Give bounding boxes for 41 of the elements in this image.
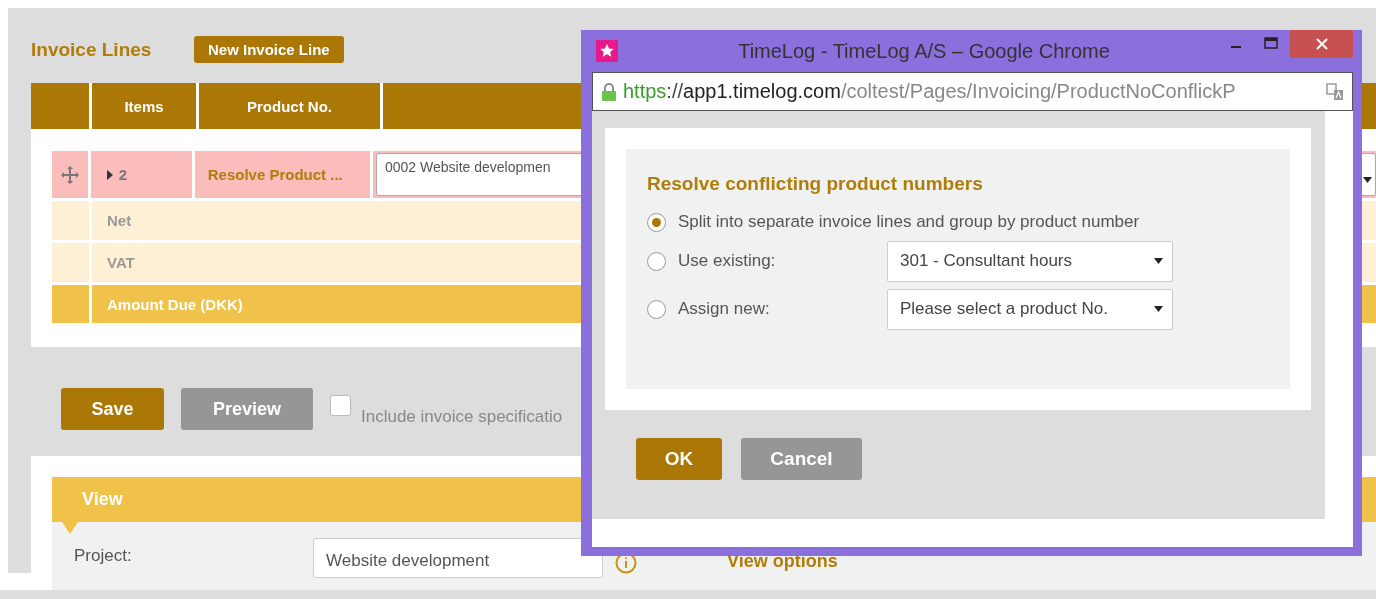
table-cell [52,201,89,240]
expand-icon[interactable] [106,169,113,180]
table-cell [52,285,89,323]
app-icon [596,40,618,62]
move-icon[interactable] [59,164,80,185]
caret-icon [1363,177,1372,183]
table-cell [52,243,89,282]
column-header[interactable]: Product No. [199,83,380,129]
product-select[interactable]: 301 - Consultant hours [887,240,1173,282]
caret-icon [1154,306,1163,312]
preview-button[interactable]: Preview [181,388,313,430]
item-count: 2 [118,166,128,183]
project-select[interactable]: Website development [313,538,603,578]
caret-icon [1154,258,1163,264]
column-header [31,83,89,129]
close-icon [1315,38,1328,50]
window-title: TimeLog - TimeLog A/S – Google Chrome [737,39,1111,63]
product-no-link[interactable]: Resolve Product ... [194,151,370,198]
radio-button[interactable] [647,251,666,271]
url-text: https://app1.timelog.com/coltest/Pages/Invoicing/ProductNoConflickP [623,80,1237,103]
radio-button[interactable] [647,299,666,319]
option-label: Assign new: [678,299,771,319]
view-title: View [82,489,123,510]
save-button[interactable]: Save [61,388,164,430]
checkbox[interactable] [330,395,351,416]
dialog-heading: Resolve conflicting product numbers [647,173,984,195]
section-title: Invoice Lines [31,38,153,61]
column-header[interactable]: Items [92,83,196,129]
new-invoice-line-button[interactable]: New Invoice Line [194,36,344,63]
translate-icon[interactable] [1326,82,1344,101]
radio-button[interactable] [647,212,666,232]
close-button[interactable] [1290,30,1353,58]
option-label: Split into separate invoice lines and group by product number [678,212,1140,232]
ok-button[interactable]: OK [636,438,722,480]
lock-icon [601,81,617,102]
checkbox-label: Include invoice specificatio [361,407,563,427]
product-select[interactable]: Please select a product No. [887,288,1173,330]
project-label: Project: [74,546,133,567]
address-bar[interactable]: https://app1.timelog.com/coltest/Pages/Invoicing/ProductNoConflickP [592,72,1353,111]
cancel-button[interactable]: Cancel [741,438,862,480]
option-label: Use existing: [678,251,777,271]
